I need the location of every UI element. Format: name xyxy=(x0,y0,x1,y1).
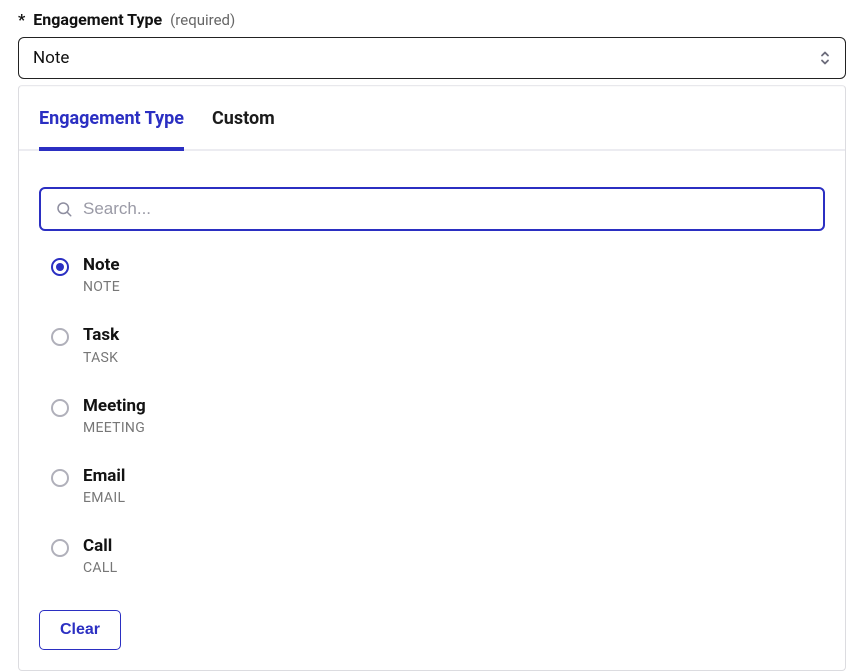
tab-engagement-type[interactable]: Engagement Type xyxy=(39,86,184,151)
select-current-value: Note xyxy=(33,48,69,68)
option-call[interactable]: Call CALL xyxy=(51,536,825,576)
option-code: NOTE xyxy=(83,279,120,295)
option-meeting[interactable]: Meeting MEETING xyxy=(51,396,825,436)
required-hint: (required) xyxy=(170,11,235,29)
option-text: Email EMAIL xyxy=(83,466,125,506)
field-label-row: * Engagement Type (required) xyxy=(18,10,846,29)
option-label: Meeting xyxy=(83,396,146,417)
option-code: CALL xyxy=(83,560,118,576)
select-chevrons-icon xyxy=(819,49,831,67)
option-code: TASK xyxy=(83,350,119,366)
required-asterisk: * xyxy=(18,10,25,29)
option-text: Note NOTE xyxy=(83,255,120,295)
tab-custom[interactable]: Custom xyxy=(212,86,275,151)
search-icon xyxy=(55,200,73,218)
radio-meeting[interactable] xyxy=(51,399,69,417)
options-list: Note NOTE Task TASK Meeting MEETING xyxy=(39,255,825,576)
option-task[interactable]: Task TASK xyxy=(51,325,825,365)
radio-call[interactable] xyxy=(51,539,69,557)
dropdown-panel: Engagement Type Custom Note NOTE xyxy=(18,85,846,671)
option-text: Meeting MEETING xyxy=(83,396,146,436)
clear-button[interactable]: Clear xyxy=(39,610,121,650)
option-label: Call xyxy=(83,536,118,557)
option-email[interactable]: Email EMAIL xyxy=(51,466,825,506)
option-label: Note xyxy=(83,255,120,276)
option-note[interactable]: Note NOTE xyxy=(51,255,825,295)
option-text: Call CALL xyxy=(83,536,118,576)
field-label: Engagement Type xyxy=(33,10,162,29)
option-code: EMAIL xyxy=(83,490,125,506)
option-code: MEETING xyxy=(83,420,146,436)
option-label: Task xyxy=(83,325,119,346)
tab-bar: Engagement Type Custom xyxy=(19,86,845,151)
engagement-type-select[interactable]: Note xyxy=(18,37,846,79)
search-field-wrap[interactable] xyxy=(39,187,825,231)
radio-note[interactable] xyxy=(51,258,69,276)
option-text: Task TASK xyxy=(83,325,119,365)
radio-task[interactable] xyxy=(51,328,69,346)
panel-body: Note NOTE Task TASK Meeting MEETING xyxy=(19,151,845,670)
radio-email[interactable] xyxy=(51,469,69,487)
option-label: Email xyxy=(83,466,125,487)
search-input[interactable] xyxy=(83,199,809,219)
